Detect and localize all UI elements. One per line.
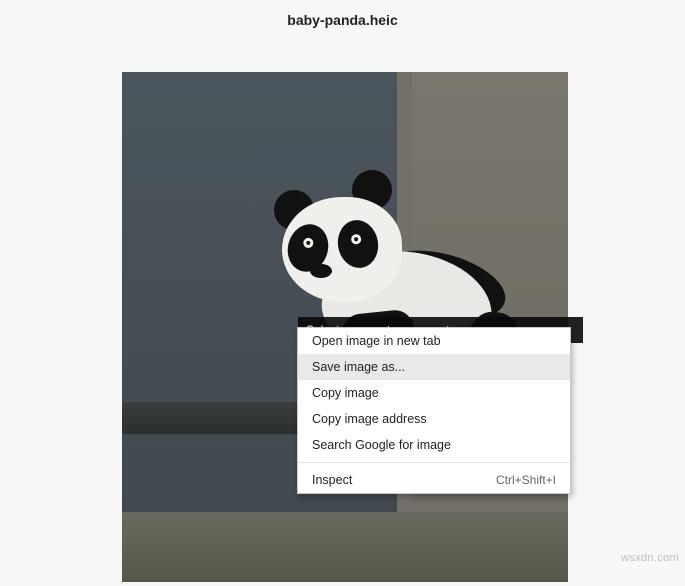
menu-item-label: Copy image address	[312, 412, 427, 426]
menu-copy-image-address[interactable]: Copy image address	[298, 406, 570, 432]
context-menu: Open image in new tab Save image as... C…	[297, 327, 571, 494]
menu-save-image-as[interactable]: Save image as...	[298, 354, 570, 380]
menu-item-label: Save image as...	[312, 360, 405, 374]
menu-item-label: Open image in new tab	[312, 334, 441, 348]
menu-copy-image[interactable]: Copy image	[298, 380, 570, 406]
file-title: baby-panda.heic	[287, 12, 397, 28]
file-title-bar: baby-panda.heic	[0, 0, 685, 38]
watermark-text: wsxdn.com	[621, 552, 679, 564]
menu-inspect[interactable]: Inspect Ctrl+Shift+I	[298, 467, 570, 493]
menu-separator	[298, 462, 570, 463]
menu-item-shortcut: Ctrl+Shift+I	[496, 473, 556, 487]
watermark: wsxdn.com	[621, 552, 679, 564]
image-bg-floor	[122, 512, 568, 582]
menu-open-image-new-tab[interactable]: Open image in new tab	[298, 328, 570, 354]
menu-item-label: Copy image	[312, 386, 379, 400]
menu-search-google-for-image[interactable]: Search Google for image	[298, 432, 570, 458]
menu-item-label: Search Google for image	[312, 438, 451, 452]
menu-item-label: Inspect	[312, 473, 352, 487]
